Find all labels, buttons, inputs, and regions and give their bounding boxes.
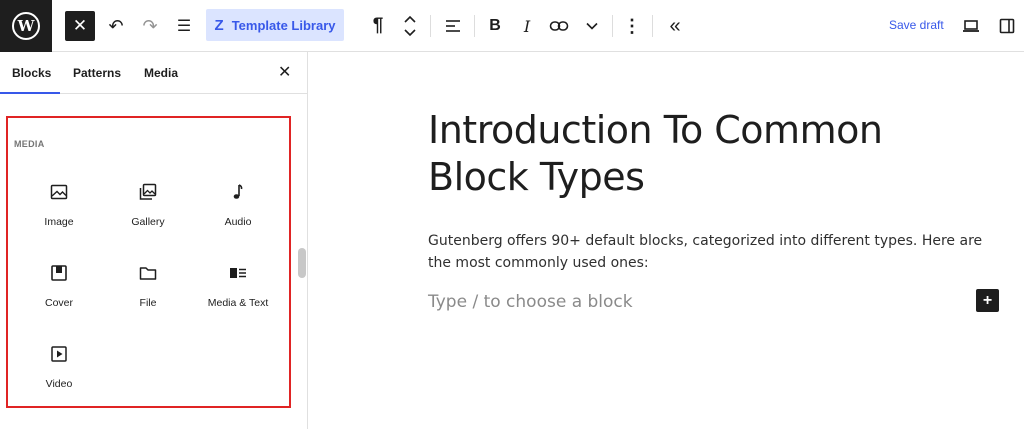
redo-button[interactable]: ↷ (136, 10, 164, 42)
align-left-icon (446, 20, 460, 32)
block-label: Cover (44, 297, 73, 309)
move-up-down-icon (404, 15, 416, 37)
document-outline-button[interactable]: ☰ (170, 10, 198, 42)
block-media-text[interactable]: Media & Text (198, 263, 278, 323)
tab-blocks[interactable]: Blocks (12, 66, 51, 80)
block-label: Image (44, 216, 74, 228)
gallery-icon (139, 183, 157, 200)
move-up-down-button[interactable] (398, 10, 422, 42)
toolbar-divider (612, 15, 613, 37)
empty-block-placeholder[interactable]: Type / to choose a block (428, 292, 633, 312)
block-label: Media & Text (207, 297, 269, 309)
image-icon (50, 184, 68, 200)
block-file[interactable]: File (108, 263, 188, 323)
link-button[interactable] (546, 10, 572, 42)
block-label: Audio (224, 216, 252, 228)
close-inserter-button[interactable]: ✕ (65, 11, 95, 41)
paragraph-line: Gutenberg offers 90+ default blocks, cat… (428, 233, 983, 249)
block-label: File (139, 297, 157, 309)
block-audio[interactable]: Audio (198, 182, 278, 242)
block-image[interactable]: Image (19, 182, 99, 242)
active-tab-indicator (0, 92, 60, 94)
post-title[interactable]: Introduction To Common Block Types (428, 107, 968, 201)
toolbar-divider (474, 15, 475, 37)
save-draft-button[interactable]: Save draft (889, 18, 944, 32)
align-button[interactable] (440, 10, 466, 42)
category-heading: MEDIA (14, 139, 45, 149)
block-gallery[interactable]: Gallery (108, 182, 188, 242)
paragraph-block-icon[interactable]: ¶ (366, 10, 390, 42)
block-video[interactable]: Video (19, 344, 99, 404)
laptop-icon (963, 20, 979, 32)
block-cover[interactable]: Cover (19, 263, 99, 323)
tab-patterns[interactable]: Patterns (73, 66, 121, 80)
post-title-line: Block Types (428, 155, 645, 199)
more-rich-text-button[interactable] (580, 10, 604, 42)
media-text-icon (230, 268, 246, 278)
top-toolbar: W ✕ ↶ ↷ ☰ Z Template Library ¶ B I ⋮ « S… (0, 0, 1024, 52)
folder-icon (139, 267, 157, 280)
paragraph-line: the most commonly used ones: (428, 255, 649, 271)
close-sidebar-button[interactable]: ✕ (278, 62, 291, 82)
collapse-toolbar-button[interactable]: « (662, 10, 688, 42)
preview-button[interactable] (958, 10, 984, 42)
block-inserter-sidebar: Blocks Patterns Media ✕ MEDIA Image Gall… (0, 52, 308, 429)
toolbar-divider (652, 15, 653, 37)
add-block-button[interactable]: + (976, 289, 999, 312)
sidebar-scrollbar[interactable] (298, 248, 306, 278)
sidebar-toggle-icon (999, 18, 1015, 34)
block-label: Video (45, 378, 73, 390)
undo-button[interactable]: ↶ (102, 10, 130, 42)
chevron-down-icon (586, 22, 598, 30)
link-icon (549, 21, 569, 31)
template-library-icon: Z (214, 16, 224, 34)
block-options-button[interactable]: ⋮ (620, 10, 644, 42)
block-label: Gallery (131, 216, 165, 228)
tab-media[interactable]: Media (144, 66, 178, 80)
toolbar-divider (430, 15, 431, 37)
post-title-line: Introduction To Common (428, 108, 883, 152)
settings-sidebar-button[interactable] (994, 10, 1020, 42)
paragraph-block[interactable]: Gutenberg offers 90+ default blocks, cat… (428, 230, 988, 274)
template-library-button[interactable]: Z Template Library (206, 9, 344, 41)
wordpress-logo-button[interactable]: W (0, 0, 52, 52)
audio-icon (233, 184, 243, 199)
bold-button[interactable]: B (483, 10, 507, 42)
italic-button[interactable]: I (515, 10, 539, 42)
cover-icon (51, 265, 67, 281)
wordpress-logo-icon: W (12, 12, 40, 40)
template-library-label: Template Library (231, 17, 336, 33)
media-category-panel: MEDIA Image Gallery Audio Cover File Med… (6, 116, 291, 408)
video-icon (51, 346, 67, 362)
inserter-tabs: Blocks Patterns Media ✕ (0, 52, 307, 94)
